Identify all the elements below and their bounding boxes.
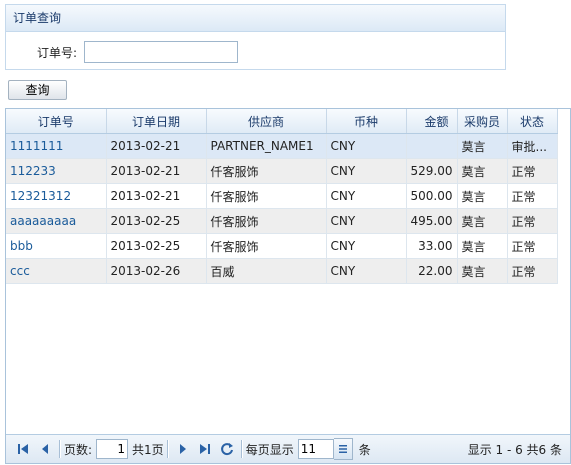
page-number-input[interactable] — [96, 439, 129, 459]
pagination-bar: 页数: 共1页 每页显示 条 显示 1 - 6 共6 条 — [6, 434, 570, 463]
amount-cell: 529.00 — [406, 158, 458, 184]
page-label: 页数: — [64, 442, 93, 457]
currency-cell: CNY — [326, 258, 407, 284]
per-page-label: 每页显示 — [245, 442, 294, 457]
supplier-cell: 仟客服饰 — [206, 183, 327, 209]
currency-cell: CNY — [326, 208, 407, 234]
currency-cell: CNY — [326, 158, 407, 184]
currency-cell: CNY — [326, 133, 407, 159]
currency-cell: CNY — [326, 233, 407, 259]
supplier-cell: 仟客服饰 — [206, 158, 327, 184]
order-date-cell: 2013-02-25 — [106, 208, 207, 234]
pager-divider — [240, 440, 243, 458]
amount-cell — [406, 133, 458, 159]
buyer-cell: 莫言 — [457, 158, 508, 184]
pager-divider — [59, 440, 61, 458]
amount-cell: 33.00 — [406, 233, 458, 259]
order-query-panel: 订单查询 订单号: — [5, 4, 506, 70]
table-row[interactable]: 12321312 2013-02-21 仟客服饰 CNY 500.00 莫言 正… — [6, 183, 558, 209]
page-size-menu-icon[interactable] — [333, 438, 353, 460]
buyer-cell: 莫言 — [457, 258, 508, 284]
status-cell: 正常 — [507, 258, 558, 284]
amount-cell: 495.00 — [406, 208, 458, 234]
order-date-cell: 2013-02-26 — [106, 258, 207, 284]
order-date-cell: 2013-02-21 — [106, 133, 207, 159]
buyer-cell: 莫言 — [457, 233, 508, 259]
buyer-cell: 莫言 — [457, 133, 508, 159]
column-header[interactable]: 金额 — [406, 109, 458, 134]
order-number-cell[interactable]: ccc — [6, 258, 107, 284]
supplier-cell: 仟客服饰 — [206, 208, 327, 234]
supplier-cell: 仟客服饰 — [206, 233, 327, 259]
column-header[interactable]: 供应商 — [206, 109, 327, 134]
table-row[interactable]: 1111111 2013-02-21 PARTNER_NAME1 CNY 莫言 … — [6, 133, 558, 159]
order-number-cell[interactable]: 112233 — [6, 158, 107, 184]
order-date-cell: 2013-02-21 — [106, 183, 207, 209]
order-date-cell: 2013-02-21 — [106, 158, 207, 184]
column-header[interactable]: 采购员 — [457, 109, 508, 134]
buyer-cell: 莫言 — [457, 208, 508, 234]
order-number-cell[interactable]: 12321312 — [6, 183, 107, 209]
panel-title: 订单查询 — [6, 5, 505, 32]
order-number-cell[interactable]: 1111111 — [6, 133, 107, 159]
status-cell: 正常 — [507, 208, 558, 234]
amount-cell: 500.00 — [406, 183, 458, 209]
supplier-cell: PARTNER_NAME1 — [206, 133, 327, 159]
pagination-info: 显示 1 - 6 共6 条 — [467, 442, 562, 457]
next-page-icon[interactable] — [172, 438, 194, 460]
page-size-input[interactable] — [297, 439, 334, 459]
order-number-cell[interactable]: aaaaaaaaa — [6, 208, 107, 234]
per-page-unit: 条 — [358, 442, 371, 457]
supplier-cell: 百威 — [206, 258, 327, 284]
total-pages-text: 共1页 — [132, 442, 164, 457]
refresh-icon[interactable] — [216, 438, 238, 460]
currency-cell: CNY — [326, 183, 407, 209]
buyer-cell: 莫言 — [457, 183, 508, 209]
column-header[interactable]: 订单号 — [6, 109, 107, 134]
table-row[interactable]: ccc 2013-02-26 百威 CNY 22.00 莫言 正常 — [6, 258, 558, 284]
last-page-icon[interactable] — [194, 438, 216, 460]
order-grid: 订单号 订单日期 供应商 币种 金额 采购员 状态 1111111 2013-0… — [5, 108, 571, 464]
table-row[interactable]: bbb 2013-02-25 仟客服饰 CNY 33.00 莫言 正常 — [6, 233, 558, 259]
table-header-row: 订单号 订单日期 供应商 币种 金额 采购员 状态 — [6, 109, 558, 134]
order-number-cell[interactable]: bbb — [6, 233, 107, 259]
order-number-label: 订单号: — [37, 46, 78, 60]
status-cell: 正常 — [507, 233, 558, 259]
table-row[interactable]: aaaaaaaaa 2013-02-25 仟客服饰 CNY 495.00 莫言 … — [6, 208, 558, 234]
status-cell: 审批... — [507, 133, 558, 159]
table-row[interactable]: 112233 2013-02-21 仟客服饰 CNY 529.00 莫言 正常 — [6, 158, 558, 184]
first-page-icon[interactable] — [12, 438, 34, 460]
status-cell: 正常 — [507, 183, 558, 209]
order-number-input[interactable] — [84, 41, 238, 63]
column-header[interactable]: 订单日期 — [106, 109, 207, 134]
query-button[interactable]: 查询 — [8, 80, 67, 100]
pager-divider — [166, 440, 169, 458]
column-header[interactable]: 币种 — [326, 109, 407, 134]
amount-cell: 22.00 — [406, 258, 458, 284]
status-cell: 正常 — [507, 158, 558, 184]
order-date-cell: 2013-02-25 — [106, 233, 207, 259]
column-header[interactable]: 状态 — [507, 109, 558, 134]
order-table: 订单号 订单日期 供应商 币种 金额 采购员 状态 1111111 2013-0… — [6, 109, 558, 284]
prev-page-icon[interactable] — [34, 438, 56, 460]
